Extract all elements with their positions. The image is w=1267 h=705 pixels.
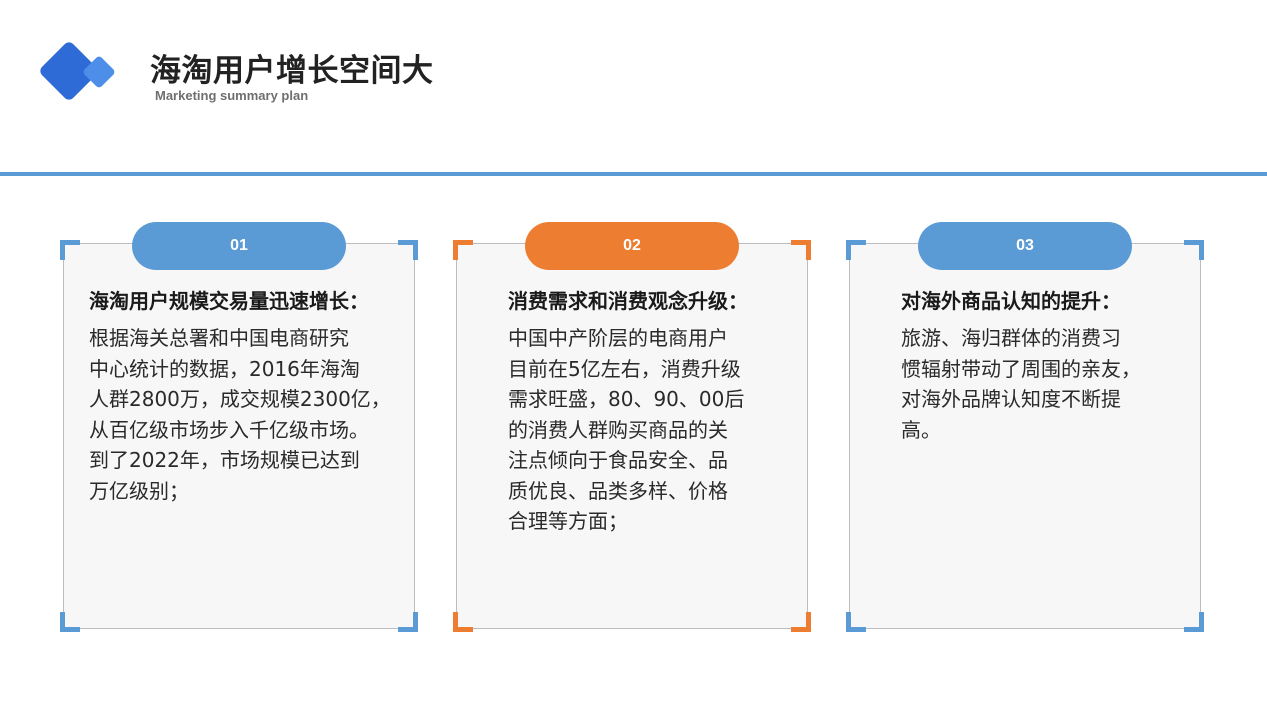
card-number-badge: 03 (918, 222, 1132, 270)
corner-bracket (1184, 240, 1204, 260)
card-body-line: 中心统计的数据，2016年海淘 (89, 356, 360, 381)
card-body-line: 高。 (901, 417, 941, 442)
card-body-line: 注点倾向于食品安全、品 (508, 448, 728, 472)
card-02: 02 消费需求和消费观念升级： 中国中产阶层的电商用户 目前在5亿左右，消费升级… (453, 222, 811, 632)
corner-bracket (846, 240, 866, 260)
corner-bracket (1184, 612, 1204, 632)
card-heading: 对海外商品认知的提升： (901, 289, 1121, 313)
corner-bracket (791, 612, 811, 632)
corner-bracket (60, 612, 80, 632)
corner-bracket (60, 240, 80, 260)
card-body-line: 对海外品牌认知度不断提 (901, 387, 1121, 411)
card-body-line: 到了2022年，市场规模已达到 (89, 448, 360, 472)
card-body-line: 根据海关总署和中国电商研究 (89, 326, 349, 350)
card-body-line: 需求旺盛，80、90、00后 (508, 387, 745, 411)
card-body-line: 的消费人群购买商品的关 (508, 417, 728, 442)
card-number-badge: 01 (132, 222, 346, 270)
card-body-line: 质优良、品类多样、价格 (508, 478, 728, 503)
double-diamond-logo-icon (40, 42, 115, 100)
corner-bracket (398, 612, 418, 632)
corner-bracket (846, 612, 866, 632)
card-body-line: 从百亿级市场步入千亿级市场。 (89, 417, 369, 442)
page-subtitle: Marketing summary plan (155, 88, 309, 103)
card-body-line: 合理等方面； (508, 509, 628, 533)
card-body-line: 目前在5亿左右，消费升级 (508, 356, 741, 381)
card-body-line: 万亿级别； (89, 478, 189, 503)
card-body: 根据海关总署和中国电商研究 中心统计的数据，2016年海淘 人群2800万，成交… (89, 323, 391, 506)
card-body-line: 旅游、海归群体的消费习 (901, 326, 1121, 350)
card-heading: 海淘用户规模交易量迅速增长： (89, 289, 369, 313)
corner-bracket (791, 240, 811, 260)
card-03: 03 对海外商品认知的提升： 旅游、海归群体的消费习 惯辐射带动了周围的亲友， … (846, 222, 1204, 632)
corner-bracket (398, 240, 418, 260)
page-title: 海淘用户增长空间大 (150, 53, 434, 89)
card-01: 01 海淘用户规模交易量迅速增长： 根据海关总署和中国电商研究 中心统计的数据，… (60, 222, 418, 632)
card-body: 中国中产阶层的电商用户 目前在5亿左右，消费升级 需求旺盛，80、90、00后 … (508, 323, 744, 537)
card-body-line: 惯辐射带动了周围的亲友， (901, 356, 1141, 381)
card-body-line: 中国中产阶层的电商用户 (508, 326, 728, 350)
card-heading: 消费需求和消费观念升级： (508, 289, 748, 313)
card-body-line: 人群2800万，成交规模2300亿， (89, 387, 391, 411)
header-divider (0, 172, 1267, 176)
card-body: 旅游、海归群体的消费习 惯辐射带动了周围的亲友， 对海外品牌认知度不断提 高。 (901, 323, 1141, 445)
corner-bracket (453, 612, 473, 632)
card-number-badge: 02 (525, 222, 739, 270)
corner-bracket (453, 240, 473, 260)
